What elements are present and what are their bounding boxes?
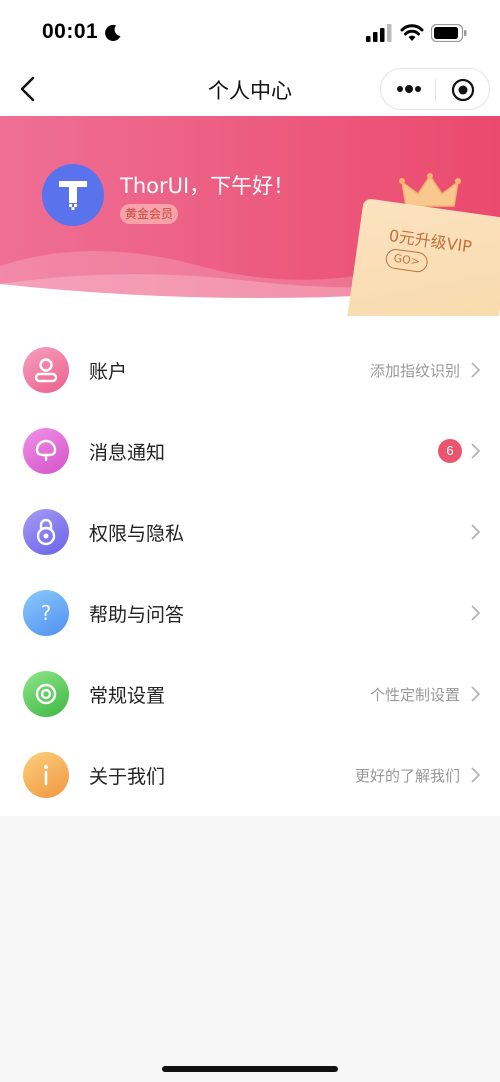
menu-item-about[interactable]: 关于我们 更好的了解我们 <box>0 735 500 817</box>
vip-upgrade-card[interactable]: 0元升级VIP GO> <box>345 198 500 316</box>
thorui-logo-icon <box>59 181 87 210</box>
profile-header: ThorUI，下午好！ 黄金会员 0元升级VIP GO> <box>0 116 500 316</box>
more-dots-icon[interactable] <box>395 79 423 99</box>
chevron-right-icon <box>471 767 481 783</box>
signal-icon <box>366 24 392 42</box>
notification-count-badge: 6 <box>438 439 462 463</box>
close-miniprogram-icon[interactable] <box>451 78 475 102</box>
back-arrow-icon[interactable] <box>14 74 44 104</box>
chevron-right-icon <box>471 686 481 702</box>
menu-item-account[interactable]: 账户 添加指纹识别 <box>0 330 500 412</box>
moon-icon <box>105 24 121 41</box>
settings-icon <box>23 671 69 717</box>
menu-label: 账户 <box>89 361 128 383</box>
menu-label: 关于我们 <box>89 766 166 788</box>
svg-text:?: ? <box>41 601 52 625</box>
account-icon <box>23 347 69 393</box>
menu-item-notifications[interactable]: 消息通知 6 <box>0 411 500 493</box>
lock-icon <box>23 509 69 555</box>
chevron-right-icon <box>471 605 481 621</box>
menu-sub-text: 添加指纹识别 <box>369 362 460 380</box>
menu-label: 常规设置 <box>89 685 166 707</box>
menu-item-privacy[interactable]: 权限与隐私 <box>0 492 500 574</box>
chevron-right-icon <box>471 443 481 459</box>
menu-label: 权限与隐私 <box>89 523 185 545</box>
chevron-right-icon <box>471 362 481 378</box>
battery-icon <box>431 24 467 42</box>
status-bar: 00:01 <box>0 0 500 62</box>
avatar[interactable] <box>42 164 104 226</box>
chevron-right-icon <box>471 524 481 540</box>
nav-bar: 个人中心 <box>0 62 500 116</box>
help-icon: ? <box>23 590 69 636</box>
menu-item-settings[interactable]: 常规设置 个性定制设置 <box>0 654 500 736</box>
capsule-menu <box>380 68 490 110</box>
greeting-text: ThorUI，下午好！ <box>120 174 295 198</box>
vip-go-button[interactable]: GO> <box>384 247 429 274</box>
menu-label: 消息通知 <box>89 442 166 464</box>
info-icon <box>23 752 69 798</box>
menu-sub-text: 更好的了解我们 <box>354 767 460 785</box>
member-level-badge: 黄金会员 <box>120 204 179 224</box>
menu-sub-text: 个性定制设置 <box>369 686 460 704</box>
wifi-icon <box>400 24 424 41</box>
settings-menu: 账户 添加指纹识别 消息通知 6 权限与隐私 ? 帮助与问答 常规设置 个性定制… <box>0 316 500 816</box>
status-time: 00:01 <box>42 20 99 43</box>
menu-item-help[interactable]: ? 帮助与问答 <box>0 573 500 655</box>
menu-label: 帮助与问答 <box>89 604 185 626</box>
home-indicator <box>162 1066 338 1072</box>
notification-icon <box>23 428 69 474</box>
capsule-divider <box>435 79 436 101</box>
